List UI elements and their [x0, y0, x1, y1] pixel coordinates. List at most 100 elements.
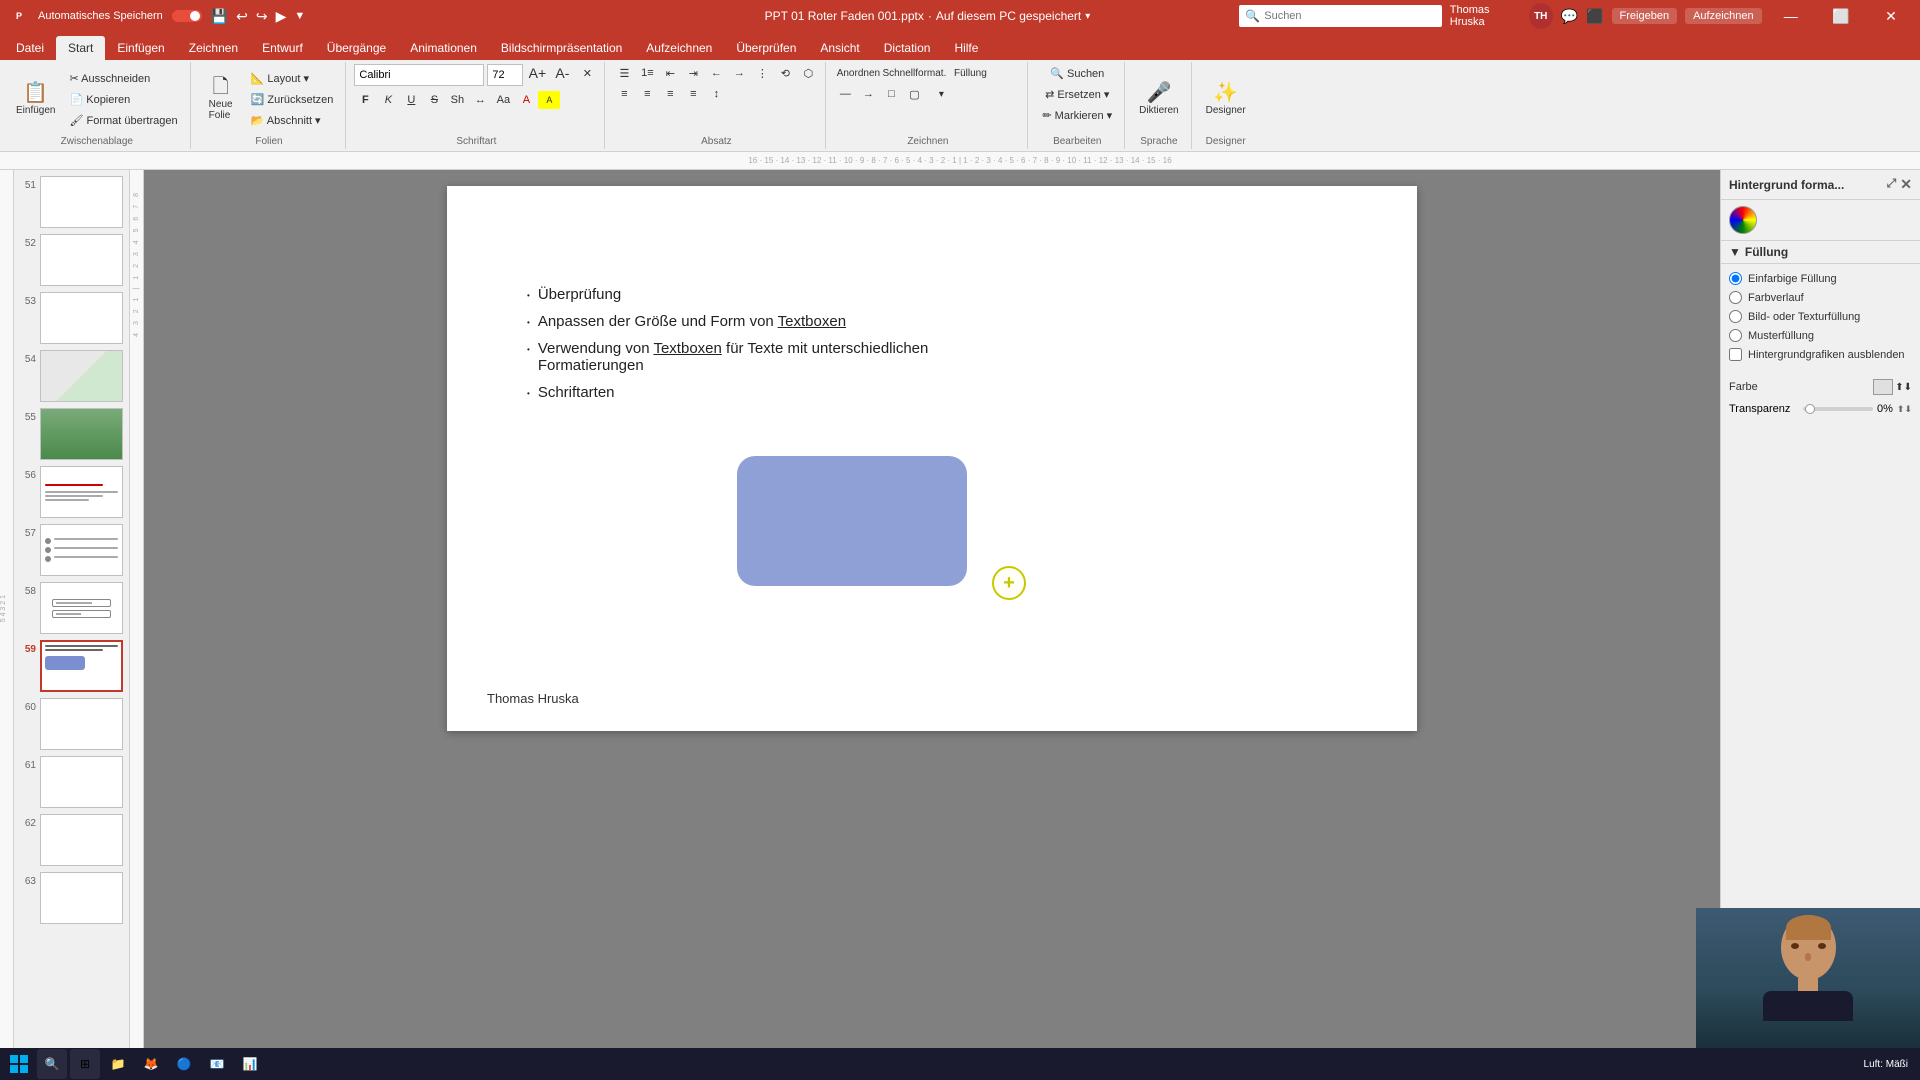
- tab-bildschirm[interactable]: Bildschirmpräsentation: [489, 36, 634, 60]
- btn-zuruecksetzen[interactable]: 🔄 Zurücksetzen: [245, 90, 340, 109]
- slide-preview-53[interactable]: [40, 292, 123, 344]
- panel-expand-btn[interactable]: ⤢: [1887, 176, 1897, 193]
- slide-preview-61[interactable]: [40, 756, 123, 808]
- shape-arrow-btn[interactable]: →: [857, 85, 879, 103]
- font-size-up[interactable]: A+: [526, 64, 548, 82]
- tab-aufzeichnen[interactable]: Aufzeichnen: [634, 36, 724, 60]
- shape-line-btn[interactable]: —: [834, 85, 856, 103]
- transparenz-slider[interactable]: [1803, 407, 1873, 411]
- undo-icon[interactable]: ↩: [236, 8, 248, 25]
- btn-indent-less[interactable]: ⇤: [659, 64, 681, 82]
- checkbox-hintergrund[interactable]: Hintergrundgrafiken ausblenden: [1729, 348, 1912, 361]
- font-size-input[interactable]: [487, 64, 523, 86]
- btn-align-left[interactable]: ≡: [613, 85, 635, 103]
- location-chevron[interactable]: ▾: [1085, 11, 1090, 22]
- slide-thumb-59[interactable]: 59: [18, 638, 125, 694]
- slide-preview-60[interactable]: [40, 698, 123, 750]
- btn-abschnitt[interactable]: 📂 Abschnitt ▾: [245, 111, 340, 130]
- slide-preview-51[interactable]: [40, 176, 123, 228]
- slide-preview-56[interactable]: [40, 466, 123, 518]
- taskbar-taskview[interactable]: ⊞: [70, 1049, 100, 1079]
- radio-bild[interactable]: Bild- oder Texturfüllung: [1729, 310, 1912, 323]
- slide-thumb-61[interactable]: 61: [18, 754, 125, 810]
- farbe-swatch[interactable]: [1873, 379, 1893, 395]
- btn-kopieren[interactable]: 📄 Kopieren: [63, 90, 183, 109]
- slide-preview-55[interactable]: [40, 408, 123, 460]
- tab-animationen[interactable]: Animationen: [398, 36, 489, 60]
- more-icon[interactable]: ▼: [294, 10, 305, 22]
- radio-muster-input[interactable]: [1729, 329, 1742, 342]
- slide-thumb-55[interactable]: 55: [18, 406, 125, 462]
- btn-rtl[interactable]: ←: [705, 64, 727, 82]
- slide-thumb-51[interactable]: 51: [18, 174, 125, 230]
- clear-format-btn[interactable]: ✕: [576, 64, 598, 82]
- radio-farbverlauf-input[interactable]: [1729, 291, 1742, 304]
- canvas-area[interactable]: • Überprüfung • Anpassen der Größe und F…: [144, 170, 1720, 1048]
- slide-thumb-52[interactable]: 52: [18, 232, 125, 288]
- taskbar-chrome[interactable]: 🔵: [169, 1049, 199, 1079]
- taskbar-firefox[interactable]: 🦊: [136, 1049, 166, 1079]
- btn-indent-more[interactable]: ⇥: [682, 64, 704, 82]
- btn-text-direction[interactable]: ⟲: [774, 64, 796, 82]
- btn-columns[interactable]: ⋮: [751, 64, 773, 82]
- search-box[interactable]: 🔍: [1239, 5, 1441, 27]
- btn-strikethrough[interactable]: S: [423, 91, 445, 109]
- present2-icon[interactable]: ⬛: [1586, 8, 1603, 25]
- radio-einfarbig-input[interactable]: [1729, 272, 1742, 285]
- btn-markieren[interactable]: ✏ Markieren ▾: [1036, 106, 1118, 125]
- btn-designer[interactable]: ✨ Designer: [1200, 79, 1252, 120]
- tab-uebergaenge[interactable]: Übergänge: [315, 36, 398, 60]
- btn-neue-folie[interactable]: 🗋 NeueFolie: [199, 73, 243, 125]
- btn-highlight[interactable]: A: [538, 91, 560, 109]
- btn-spacing[interactable]: ↔: [469, 91, 491, 109]
- present-icon[interactable]: ▶: [276, 8, 287, 25]
- tab-dictation[interactable]: Dictation: [872, 36, 943, 60]
- slide-canvas[interactable]: • Überprüfung • Anpassen der Größe und F…: [447, 186, 1417, 731]
- slide-preview-52[interactable]: [40, 234, 123, 286]
- font-name-input[interactable]: [354, 64, 484, 86]
- transparenz-arrows[interactable]: ⬆⬇: [1897, 404, 1912, 415]
- panel-section-fuellung[interactable]: ▼ Füllung: [1721, 241, 1920, 264]
- slide-preview-62[interactable]: [40, 814, 123, 866]
- radio-bild-input[interactable]: [1729, 310, 1742, 323]
- btn-ersetzen[interactable]: ⇄ Ersetzen ▾: [1039, 85, 1115, 104]
- btn-ausschneiden[interactable]: ✂ Ausschneiden: [63, 69, 183, 88]
- taskbar-outlook[interactable]: 📧: [202, 1049, 232, 1079]
- tab-datei[interactable]: Datei: [4, 36, 56, 60]
- slide-thumb-60[interactable]: 60: [18, 696, 125, 752]
- btn-case[interactable]: Aa: [492, 91, 514, 109]
- tab-entwurf[interactable]: Entwurf: [250, 36, 315, 60]
- slide-thumb-53[interactable]: 53: [18, 290, 125, 346]
- btn-line-spacing[interactable]: ↕: [705, 85, 727, 103]
- btn-shadow[interactable]: Sh: [446, 91, 468, 109]
- slide-thumb-54[interactable]: 54: [18, 348, 125, 404]
- btn-bullets[interactable]: ☰: [613, 64, 635, 82]
- shape-arrange-btn[interactable]: Anordnen: [834, 64, 882, 82]
- btn-diktieren[interactable]: 🎤 Diktieren: [1133, 79, 1184, 120]
- start-btn[interactable]: [4, 1049, 34, 1079]
- redo-icon[interactable]: ↪: [256, 8, 268, 25]
- slide-preview-54[interactable]: [40, 350, 123, 402]
- shape-fill-btn[interactable]: Füllung: [946, 64, 994, 82]
- slide-thumb-62[interactable]: 62: [18, 812, 125, 868]
- btn-format-uebertragen[interactable]: 🖌 Format übertragen: [63, 111, 183, 130]
- share-btn[interactable]: Freigeben: [1612, 8, 1678, 24]
- font-size-down[interactable]: A-: [551, 64, 573, 82]
- btn-suchen[interactable]: 🔍 Suchen: [1044, 64, 1110, 83]
- comment-icon[interactable]: 💬: [1561, 8, 1578, 25]
- slide-preview-63[interactable]: [40, 872, 123, 924]
- btn-smart-art[interactable]: ⬡: [797, 64, 819, 82]
- search-input[interactable]: [1264, 10, 1424, 22]
- restore-btn[interactable]: ⬜: [1820, 0, 1862, 32]
- btn-font-color[interactable]: A: [515, 91, 537, 109]
- btn-ltr[interactable]: →: [728, 64, 750, 82]
- radio-farbverlauf[interactable]: Farbverlauf: [1729, 291, 1912, 304]
- slide-thumb-58[interactable]: 58: [18, 580, 125, 636]
- panel-close-btn[interactable]: ✕: [1900, 176, 1912, 193]
- minimize-btn[interactable]: —: [1770, 0, 1812, 32]
- radio-einfarbig[interactable]: Einfarbige Füllung: [1729, 272, 1912, 285]
- slide-preview-58[interactable]: [40, 582, 123, 634]
- tab-ansicht[interactable]: Ansicht: [808, 36, 871, 60]
- slide-thumb-63[interactable]: 63: [18, 870, 125, 926]
- tab-hilfe[interactable]: Hilfe: [942, 36, 990, 60]
